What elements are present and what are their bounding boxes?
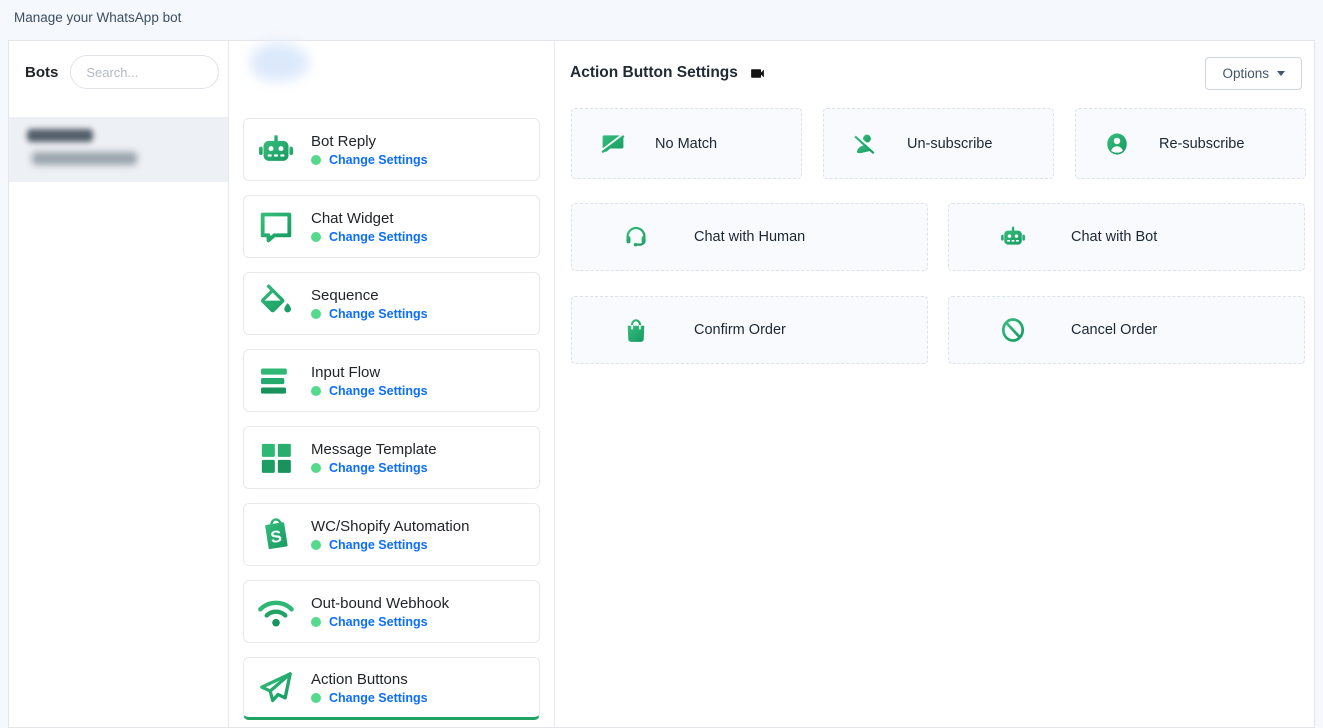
feature-title: Chat Widget bbox=[311, 210, 428, 227]
feature-card-outbound-webhook[interactable]: Out-bound Webhook Change Settings bbox=[243, 580, 540, 643]
change-settings-link[interactable]: Change Settings bbox=[329, 461, 428, 475]
feature-title: Input Flow bbox=[311, 364, 428, 381]
bots-sidebar: Bots bbox=[9, 41, 229, 727]
app-panel: Bots Bot Reply Change Settings bbox=[8, 40, 1315, 728]
action-card-confirm-order[interactable]: Confirm Order bbox=[571, 296, 928, 364]
panel-title: Action Button Settings bbox=[570, 64, 738, 82]
action-card-resubscribe[interactable]: Re-subscribe bbox=[1075, 108, 1306, 179]
feature-list: Bot Reply Change Settings Chat Widget Ch… bbox=[229, 41, 554, 720]
panel-header: Action Button Settings bbox=[570, 64, 766, 82]
feature-card-input-flow[interactable]: Input Flow Change Settings bbox=[243, 349, 540, 412]
change-settings-link[interactable]: Change Settings bbox=[329, 384, 428, 398]
shopify-bag-icon: S bbox=[256, 515, 296, 555]
paper-plane-icon bbox=[256, 668, 296, 708]
action-label: Chat with Bot bbox=[1071, 229, 1157, 245]
feature-card-action-buttons[interactable]: Action Buttons Change Settings bbox=[243, 657, 540, 720]
change-settings-link[interactable]: Change Settings bbox=[329, 307, 428, 321]
status-dot bbox=[311, 155, 321, 165]
status-dot bbox=[311, 309, 321, 319]
ban-icon bbox=[999, 316, 1027, 344]
user-slash-icon bbox=[852, 131, 878, 157]
options-button-label: Options bbox=[1222, 66, 1269, 81]
action-label: Confirm Order bbox=[694, 322, 786, 338]
action-card-chat-with-human[interactable]: Chat with Human bbox=[571, 203, 928, 271]
status-dot bbox=[311, 540, 321, 550]
robot-icon bbox=[256, 130, 296, 170]
wifi-icon bbox=[256, 592, 296, 632]
action-row-1: No Match Un-subscribe Re-subscribe bbox=[571, 108, 1306, 179]
chat-bubble-icon bbox=[256, 207, 296, 247]
video-camera-icon[interactable] bbox=[749, 65, 766, 82]
grid-icon bbox=[256, 438, 296, 478]
paint-bucket-icon bbox=[256, 284, 296, 324]
status-dot bbox=[311, 463, 321, 473]
action-label: Chat with Human bbox=[694, 229, 805, 245]
change-settings-link[interactable]: Change Settings bbox=[329, 230, 428, 244]
redacted-avatar-blob bbox=[251, 43, 309, 81]
shopping-bag-icon bbox=[622, 316, 650, 344]
feature-card-chat-widget[interactable]: Chat Widget Change Settings bbox=[243, 195, 540, 258]
status-dot bbox=[311, 617, 321, 627]
sidebar-header: Bots bbox=[9, 41, 228, 89]
user-circle-icon bbox=[1104, 131, 1130, 157]
feature-card-wc-shopify[interactable]: S WC/Shopify Automation Change Settings bbox=[243, 503, 540, 566]
caret-down-icon bbox=[1277, 71, 1285, 76]
action-card-unsubscribe[interactable]: Un-subscribe bbox=[823, 108, 1054, 179]
action-row-2: Chat with Human Chat with Bot bbox=[571, 203, 1305, 271]
status-dot bbox=[311, 693, 321, 703]
feature-card-bot-reply[interactable]: Bot Reply Change Settings bbox=[243, 118, 540, 181]
action-label: Un-subscribe bbox=[907, 136, 992, 152]
feature-title: Message Template bbox=[311, 441, 437, 458]
change-settings-link[interactable]: Change Settings bbox=[329, 615, 428, 629]
feature-card-sequence[interactable]: Sequence Change Settings bbox=[243, 272, 540, 335]
action-row-3: Confirm Order Cancel Order bbox=[571, 296, 1305, 364]
page-title: Manage your WhatsApp bot bbox=[14, 10, 181, 25]
change-settings-link[interactable]: Change Settings bbox=[329, 538, 428, 552]
action-label: Cancel Order bbox=[1071, 322, 1157, 338]
action-card-no-match[interactable]: No Match bbox=[571, 108, 802, 179]
feature-title: WC/Shopify Automation bbox=[311, 518, 469, 535]
chat-slash-icon bbox=[600, 131, 626, 157]
feature-title: Out-bound Webhook bbox=[311, 595, 449, 612]
options-button[interactable]: Options bbox=[1205, 57, 1302, 90]
bots-heading: Bots bbox=[25, 64, 58, 81]
change-settings-link[interactable]: Change Settings bbox=[329, 153, 428, 167]
features-column: Bot Reply Change Settings Chat Widget Ch… bbox=[229, 41, 555, 727]
redacted-bot-name bbox=[27, 129, 93, 142]
action-label: No Match bbox=[655, 136, 717, 152]
feature-title: Bot Reply bbox=[311, 133, 428, 150]
feature-title: Sequence bbox=[311, 287, 428, 304]
action-button-settings-panel: Action Button Settings Options No Match … bbox=[555, 41, 1314, 727]
status-dot bbox=[311, 386, 321, 396]
action-card-cancel-order[interactable]: Cancel Order bbox=[948, 296, 1305, 364]
change-settings-link[interactable]: Change Settings bbox=[329, 691, 428, 705]
search-input[interactable] bbox=[70, 55, 219, 89]
redacted-bot-phone bbox=[32, 152, 137, 165]
status-dot bbox=[311, 232, 321, 242]
action-card-chat-with-bot[interactable]: Chat with Bot bbox=[948, 203, 1305, 271]
bot-list-item-selected[interactable] bbox=[9, 117, 228, 182]
list-bars-icon bbox=[256, 361, 296, 401]
headset-icon bbox=[622, 223, 650, 251]
feature-title: Action Buttons bbox=[311, 671, 428, 688]
robot-icon bbox=[999, 223, 1027, 251]
feature-card-message-template[interactable]: Message Template Change Settings bbox=[243, 426, 540, 489]
action-label: Re-subscribe bbox=[1159, 136, 1244, 152]
